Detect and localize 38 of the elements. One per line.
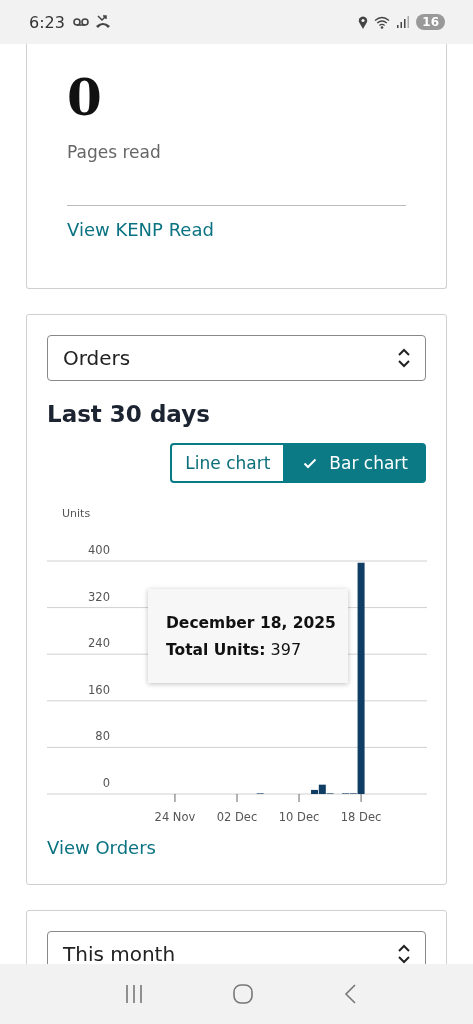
x-tick-label: 02 Dec [216, 810, 258, 824]
chevron-updown-icon [397, 944, 411, 964]
chevron-updown-icon [397, 348, 411, 368]
signal-icon [396, 16, 411, 28]
x-tick-label: 24 Nov [154, 810, 196, 824]
section-title: Last 30 days [47, 401, 211, 427]
view-orders-link[interactable]: View Orders [47, 837, 156, 858]
x-tick [236, 793, 238, 803]
tooltip-date: December 18, 2025 [166, 613, 337, 632]
y-tick-label: 160 [88, 682, 110, 697]
chart-type-tab[interactable]: Bar chart [285, 443, 426, 483]
y-tick-label: 400 [88, 543, 110, 557]
missed-call-icon [94, 15, 111, 29]
y-tick-label: 0 [102, 776, 110, 790]
x-tick [360, 793, 362, 803]
y-tick-label: 320 [88, 589, 110, 604]
wifi-icon [374, 15, 391, 29]
battery-level: 16 [416, 14, 445, 30]
metric-dropdown[interactable]: Orders [47, 335, 426, 381]
location-icon [358, 15, 369, 29]
home-icon[interactable] [231, 983, 254, 1005]
y-axis-label: Units [62, 507, 91, 520]
voicemail-icon [72, 17, 89, 27]
tooltip-value: Total Units: 397 [166, 639, 303, 659]
y-tick-label: 240 [88, 636, 110, 651]
back-icon[interactable] [342, 983, 357, 1005]
recent-apps-icon[interactable] [124, 984, 143, 1004]
x-tick [174, 793, 176, 803]
pages-read-count: 0 [67, 70, 102, 126]
clock-time: 6:23 [29, 12, 65, 32]
chart-type-tab[interactable]: Line chart [170, 443, 286, 483]
y-tick-label: 80 [95, 729, 110, 744]
view-kenp-link[interactable]: View KENP Read [67, 219, 214, 240]
check-icon [303, 457, 318, 469]
pages-read-label: Pages read [67, 142, 161, 162]
x-tick [298, 793, 300, 803]
x-tick-label: 18 Dec [340, 810, 382, 824]
x-tick-label: 10 Dec [278, 810, 320, 824]
